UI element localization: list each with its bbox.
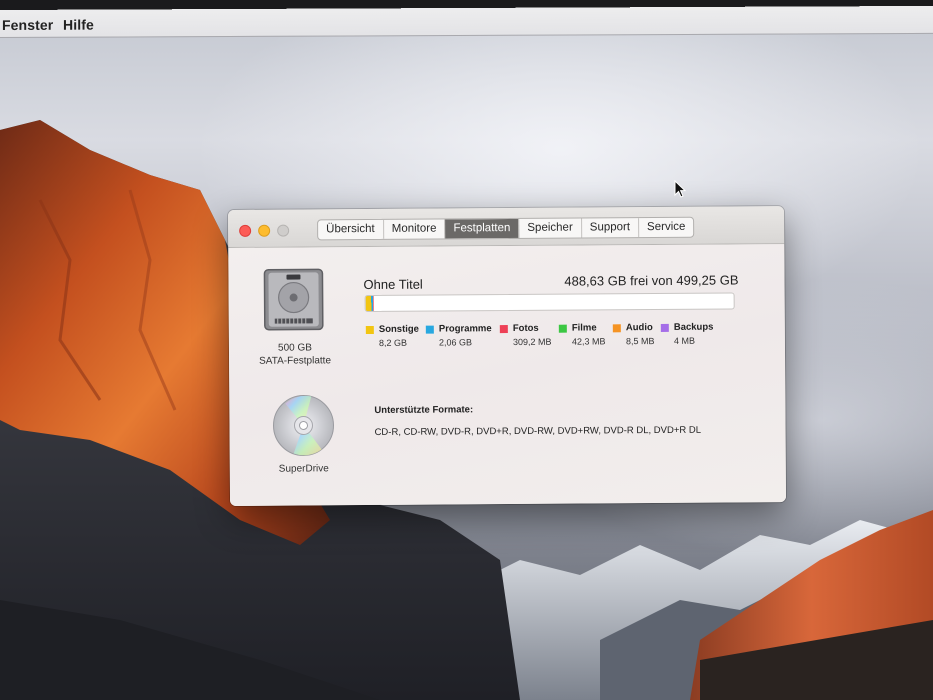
tab-uebersicht[interactable]: Übersicht: [318, 219, 384, 240]
menu-bar: Fenster Hilfe: [0, 0, 933, 39]
storage-panel: 500 GB SATA-Festplatte SuperDrive Ohne T…: [228, 244, 787, 506]
hard-drive-icon[interactable]: [262, 267, 324, 331]
supported-formats-title: Unterstützte Formate:: [374, 404, 474, 416]
legend-swatch-sonstige: [365, 325, 374, 335]
legend-label: Backups: [673, 321, 714, 333]
legend-swatch-backups: [660, 323, 669, 332]
menu-hilfe[interactable]: Hilfe: [63, 17, 94, 33]
free-space-label: 488,63 GB frei von 499,25 GB: [564, 272, 739, 289]
mouse-cursor-icon: [674, 180, 686, 198]
hdd-capacity: 500 GB: [277, 342, 312, 354]
superdrive-label: SuperDrive: [278, 463, 329, 475]
tab-service[interactable]: Service: [639, 218, 693, 237]
supported-formats-list: CD-R, CD-RW, DVD-R, DVD+R, DVD-RW, DVD+R…: [374, 424, 702, 438]
minimize-button[interactable]: [258, 224, 271, 237]
legend-label: Audio: [625, 322, 653, 334]
legend-label: Filme: [571, 322, 597, 334]
legend-value: 42,3 MB: [571, 336, 606, 347]
menu-fenster[interactable]: Fenster: [2, 17, 53, 33]
legend-swatch-audio: [612, 324, 621, 333]
tab-festplatten[interactable]: Festplatten: [445, 218, 520, 239]
legend-swatch-fotos: [499, 325, 508, 334]
superdrive-disc-icon[interactable]: [271, 393, 335, 457]
tab-speicher[interactable]: Speicher: [519, 218, 582, 238]
legend-value: 4 MB: [673, 335, 695, 346]
zoom-button[interactable]: [277, 224, 290, 237]
used-storage-segment: [365, 295, 374, 312]
legend-label: Sonstige: [378, 323, 419, 335]
window-titlebar[interactable]: Übersicht Monitore Festplatten Speicher …: [228, 206, 785, 248]
legend-value: 8,5 MB: [625, 336, 655, 347]
legend-label: Programme: [438, 323, 492, 335]
volume-name: Ohne Titel: [363, 276, 423, 293]
legend-label: Fotos: [512, 322, 539, 335]
tab-bar: Übersicht Monitore Festplatten Speicher …: [317, 216, 695, 241]
storage-usage-bar[interactable]: [364, 292, 735, 313]
storage-legend: Sonstige 8,2 GB Programme 2,06 GB Fotos …: [365, 321, 746, 354]
close-button[interactable]: [239, 224, 252, 237]
legend-value: 8,2 GB: [378, 337, 407, 348]
legend-swatch-filme: [558, 324, 567, 333]
about-this-mac-window: Übersicht Monitore Festplatten Speicher …: [228, 206, 787, 506]
tab-monitore[interactable]: Monitore: [383, 219, 446, 239]
legend-swatch-programme: [425, 325, 434, 334]
legend-value: 309,2 MB: [512, 336, 552, 348]
hdd-type: SATA-Festplatte: [259, 355, 332, 367]
tab-support[interactable]: Support: [581, 218, 640, 238]
legend-value: 2,06 GB: [438, 337, 472, 348]
